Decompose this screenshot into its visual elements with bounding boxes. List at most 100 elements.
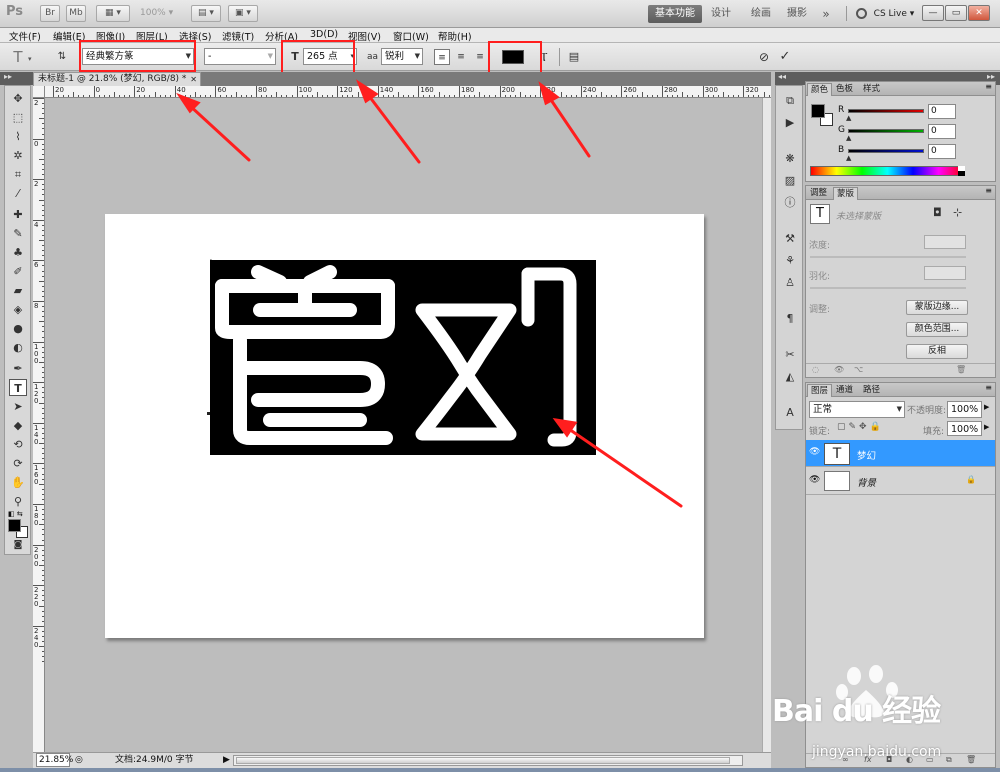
tab-adjustments[interactable]: 调整 [807, 187, 830, 200]
opacity-arrow-icon[interactable]: ▶ [984, 403, 989, 411]
masks-panel-tabs: 调整 蒙版 ≡ [806, 186, 995, 200]
layer-visibility-icon[interactable]: 👁 [809, 447, 820, 457]
vertical-scrollbar[interactable] [762, 98, 771, 752]
channel-slider-g[interactable] [848, 129, 924, 133]
layer-row-background[interactable]: 👁 背景 🔒 [806, 468, 995, 495]
clone-source-icon[interactable]: ▨ [781, 172, 799, 189]
status-bar: 21.85% ◎ 文档:24.9M/0 字节 ▶ [33, 752, 771, 768]
load-selection-icon[interactable]: ◌ [812, 365, 819, 374]
character-panel-icon[interactable]: A [781, 404, 799, 421]
feather-field [924, 266, 966, 280]
slider-thumb-icon[interactable]: ▲ [846, 154, 851, 162]
info-panel-icon[interactable]: ⓘ [781, 194, 799, 211]
watermark-url: jingyan.baidu.com [812, 744, 942, 760]
tab-channels[interactable]: 通道 [833, 384, 856, 397]
mask-edge-button[interactable]: 蒙版边缘... [906, 300, 968, 315]
zoom-field[interactable]: 21.85% [36, 753, 73, 767]
arrow-color-head [538, 81, 560, 106]
slider-thumb-icon[interactable]: ▲ [846, 114, 851, 122]
view-mask-icon[interactable]: 👁 [834, 365, 844, 374]
tools-options-icon[interactable]: ✂ [781, 346, 799, 363]
channel-slider-b[interactable] [848, 149, 924, 153]
channel-value-b[interactable]: 0 [928, 144, 956, 159]
new-layer-icon[interactable]: ⧉ [946, 755, 952, 765]
opacity-label: 不透明度: [907, 406, 947, 416]
panel-icon-strip: ⧉ ▶ ❋ ▨ ⓘ ⚒ ⚘ ♙ ¶ ✂ ◭ A [775, 85, 803, 430]
lock-icon: 🔒 [966, 475, 976, 484]
layer-visibility-icon[interactable]: 👁 [809, 475, 820, 485]
status-info-icon[interactable]: ◎ [75, 753, 83, 768]
layer-row-text[interactable]: 👁 T 梦幻 [806, 440, 995, 467]
no-mask-selected-label: 未选择蒙版 [836, 212, 882, 222]
stamp-icon[interactable]: ♙ [781, 274, 799, 291]
layer-thumbnail-text-icon: T [824, 443, 850, 465]
tab-masks[interactable]: 蒙版 [833, 187, 859, 200]
layer-name[interactable]: 梦幻 [857, 448, 876, 462]
channel-label-b: B [838, 145, 845, 155]
arrow-font-line [186, 102, 251, 162]
opacity-field[interactable]: 100% [947, 401, 982, 418]
arrow-size-line [364, 90, 421, 164]
status-menu-arrow-icon[interactable]: ▶ [223, 753, 230, 768]
delete-layer-icon[interactable]: 🗑 [966, 755, 976, 764]
delete-mask-icon[interactable]: 🗑 [956, 365, 966, 374]
arrow-color-line [545, 92, 591, 158]
lock-label: 锁定: [809, 427, 831, 437]
scrollbar-thumb[interactable] [236, 757, 730, 764]
refine-label: 调整: [809, 305, 831, 315]
collapse-icon[interactable]: ◂◂ [778, 72, 786, 81]
tab-color[interactable]: 颜色 [807, 83, 833, 96]
blend-mode-select[interactable]: 正常 ▼ [809, 401, 905, 418]
panel-menu-icon[interactable]: ≡ [985, 82, 992, 91]
arrow-size-head [355, 79, 379, 104]
vector-mask-icon[interactable]: ⊹ [953, 206, 962, 219]
tab-paths[interactable]: 路径 [860, 384, 883, 397]
slider-thumb-icon[interactable]: ▲ [846, 134, 851, 142]
baidu-watermark: Bai du 经验 [768, 664, 998, 729]
color-panel: 颜色 色板 样式 ≡ R ▲ 0 G ▲ 0 B ▲ 0 [805, 81, 996, 182]
apply-mask-icon[interactable]: ⌥ [854, 365, 863, 374]
actions-panel-icon[interactable]: ▶ [781, 114, 799, 131]
channel-label-r: R [838, 105, 845, 115]
3d-panel-icon[interactable]: ◭ [781, 368, 799, 385]
color-range-button[interactable]: 颜色范围... [906, 322, 968, 337]
pixel-mask-icon[interactable]: ◘ [933, 206, 942, 219]
panel-menu-icon[interactable]: ≡ [985, 186, 992, 195]
brush-panel-icon[interactable]: ❋ [781, 150, 799, 167]
watermark-brand: Bai du 经验 [772, 694, 941, 729]
channel-value-g[interactable]: 0 [928, 124, 956, 139]
density-field [924, 235, 966, 249]
tab-swatches[interactable]: 色板 [833, 83, 856, 96]
masks-footer: ◌ 👁 ⌥ 🗑 [806, 363, 995, 377]
tab-styles[interactable]: 样式 [860, 83, 883, 96]
expand-icon[interactable]: ▸▸ [987, 72, 995, 81]
feather-label: 羽化: [809, 272, 831, 282]
color-foreground-swatch[interactable] [811, 104, 825, 118]
taskbar [0, 768, 1000, 772]
navigator-icon[interactable]: ⚘ [781, 252, 799, 269]
channel-value-r[interactable]: 0 [928, 104, 956, 119]
arrow-text-line [564, 425, 683, 508]
tool-presets-icon[interactable]: ⚒ [781, 230, 799, 247]
lock-icons[interactable]: ▢✎✥🔒 [837, 422, 884, 432]
spectrum-black-chip[interactable] [958, 171, 965, 176]
fill-arrow-icon[interactable]: ▶ [984, 423, 989, 431]
mask-thumbnail-icon: T [810, 204, 830, 224]
invert-button[interactable]: 反相 [906, 344, 968, 359]
paragraph-panel-icon[interactable]: ¶ [781, 310, 799, 327]
fill-label: 填充: [923, 427, 945, 437]
channel-slider-r[interactable] [848, 109, 924, 113]
density-label: 浓度: [809, 241, 831, 251]
layer-name[interactable]: 背景 [857, 475, 876, 489]
tab-layers[interactable]: 图层 [807, 384, 833, 397]
history-panel-icon[interactable]: ⧉ [781, 92, 799, 109]
horizontal-scrollbar[interactable] [233, 755, 743, 766]
color-panel-tabs: 颜色 色板 样式 ≡ [806, 82, 995, 96]
masks-panel: 调整 蒙版 ≡ T 未选择蒙版 ◘ ⊹ 浓度: 羽化: 调整: 蒙版边缘... … [805, 185, 996, 378]
channel-label-g: G [838, 125, 845, 135]
feather-slider [810, 287, 966, 289]
panel-menu-icon[interactable]: ≡ [985, 383, 992, 392]
layer-thumbnail-background [824, 471, 850, 491]
fill-field[interactable]: 100% [947, 421, 982, 436]
color-spectrum-bar[interactable] [810, 166, 965, 176]
